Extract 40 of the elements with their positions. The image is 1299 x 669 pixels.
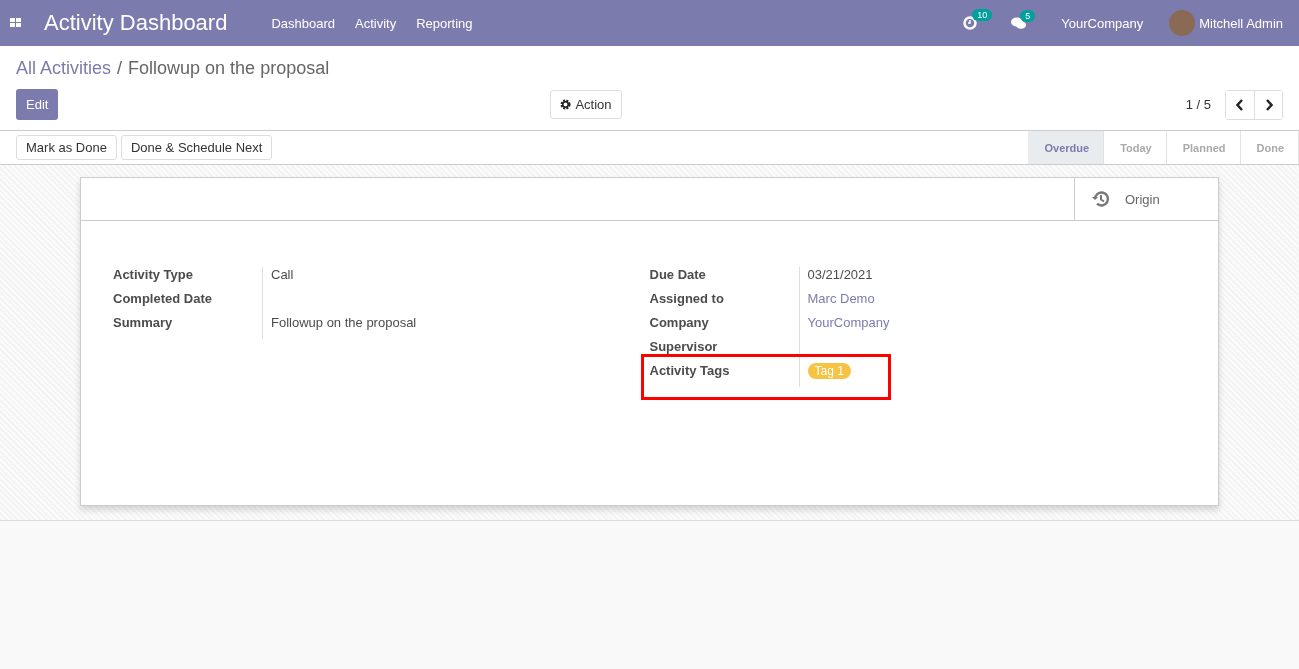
count-badge: 10 [972, 9, 993, 21]
user-menu[interactable]: Mitchell Admin [1199, 15, 1283, 31]
chevron-right-icon [1264, 98, 1273, 111]
field-label: Due Date [649, 267, 800, 291]
tag-chip: Tag 1 [807, 363, 851, 379]
clock-icon[interactable] [963, 16, 978, 30]
field-value: Followup on the proposal [270, 315, 418, 332]
field-link[interactable]: Marc Demo [799, 291, 1186, 315]
menu-item[interactable]: Reporting [416, 15, 473, 31]
breadcrumb-separator: / [117, 58, 123, 79]
count-badge: 5 [1020, 9, 1036, 22]
breadcrumb-link[interactable]: All Activities [16, 58, 112, 79]
status-action-button[interactable]: Mark as Done [16, 135, 117, 160]
field-label: Activity Type [113, 267, 263, 291]
field-label: Summary [113, 315, 263, 339]
field-value: 03/21/2021 [806, 267, 874, 284]
history-icon [1091, 189, 1111, 209]
field-label: Company [649, 315, 800, 339]
app-title: Activity Dashboard [44, 10, 228, 36]
stage-step[interactable]: Overdue [1028, 131, 1105, 164]
menu-item[interactable]: Activity [355, 15, 397, 31]
chevron-left-icon [1236, 98, 1244, 111]
origin-button[interactable]: Origin [1074, 178, 1218, 220]
avatar [1169, 10, 1196, 36]
company-switcher[interactable]: YourCompany [1061, 15, 1144, 31]
field-label: Assigned to [649, 291, 800, 315]
breadcrumb-current: Followup on the proposal [128, 58, 330, 79]
status-action-button[interactable]: Done & Schedule Next [120, 135, 273, 160]
pager-counter: 1 / 5 [1185, 97, 1211, 112]
field-value: Call [270, 267, 295, 284]
apps-menu-icon[interactable] [10, 18, 22, 28]
field-label: Activity Tags [649, 363, 800, 387]
field-link[interactable]: YourCompany [799, 315, 1186, 339]
action-button[interactable]: Action [550, 90, 622, 119]
menu-item[interactable]: Dashboard [271, 15, 336, 31]
gear-icon [560, 99, 572, 110]
edit-button[interactable]: Edit [16, 89, 59, 120]
next-button[interactable] [1254, 90, 1282, 119]
field-label: Supervisor [649, 339, 800, 363]
field-label: Completed Date [113, 291, 263, 315]
